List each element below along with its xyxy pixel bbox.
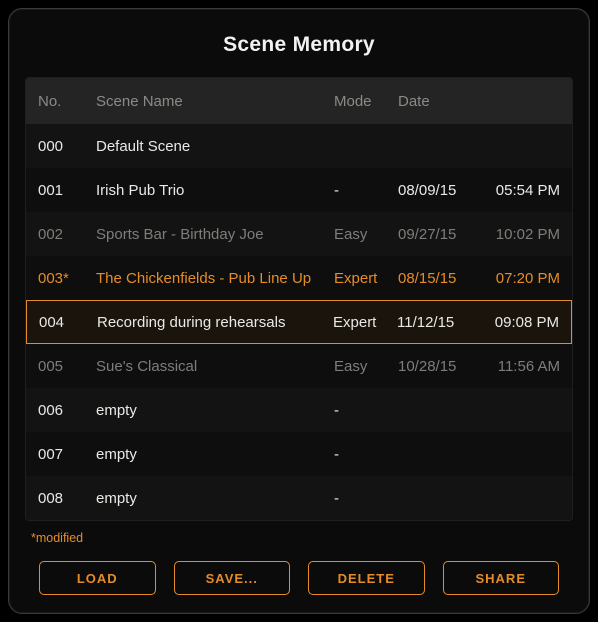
cell-time: 07:20 PM bbox=[482, 270, 560, 287]
cell-date: 08/15/15 bbox=[398, 270, 482, 287]
action-buttons: LOAD SAVE... DELETE SHARE bbox=[25, 561, 573, 595]
cell-date: 11/12/15 bbox=[397, 314, 481, 331]
col-header-mode: Mode bbox=[334, 93, 398, 110]
cell-no: 005 bbox=[38, 358, 96, 375]
table-row[interactable]: 007empty- bbox=[26, 432, 572, 476]
table-row[interactable]: 002Sports Bar - Birthday JoeEasy09/27/15… bbox=[26, 212, 572, 256]
table-row[interactable]: 005Sue's ClassicalEasy10/28/1511:56 AM bbox=[26, 344, 572, 388]
cell-name: Irish Pub Trio bbox=[96, 182, 334, 199]
cell-no: 004 bbox=[39, 314, 97, 331]
cell-name: Sue's Classical bbox=[96, 358, 334, 375]
cell-mode: - bbox=[334, 402, 398, 419]
table-row[interactable]: 008empty- bbox=[26, 476, 572, 520]
cell-no: 006 bbox=[38, 402, 96, 419]
table-row[interactable]: 006empty- bbox=[26, 388, 572, 432]
table-row[interactable]: 001Irish Pub Trio-08/09/1505:54 PM bbox=[26, 168, 572, 212]
table-row[interactable]: 003*The Chickenfields - Pub Line UpExper… bbox=[26, 256, 572, 300]
cell-mode: - bbox=[334, 446, 398, 463]
modified-footnote: *modified bbox=[31, 531, 573, 545]
cell-mode: - bbox=[334, 490, 398, 507]
cell-no: 000 bbox=[38, 138, 96, 155]
cell-name: Sports Bar - Birthday Joe bbox=[96, 226, 334, 243]
cell-no: 007 bbox=[38, 446, 96, 463]
cell-time: 05:54 PM bbox=[482, 182, 560, 199]
cell-no: 002 bbox=[38, 226, 96, 243]
cell-mode: Easy bbox=[334, 358, 398, 375]
cell-name: Recording during rehearsals bbox=[97, 314, 333, 331]
cell-mode: - bbox=[334, 182, 398, 199]
cell-date: 09/27/15 bbox=[398, 226, 482, 243]
cell-name: empty bbox=[96, 446, 334, 463]
cell-date: 08/09/15 bbox=[398, 182, 482, 199]
share-button[interactable]: SHARE bbox=[443, 561, 560, 595]
delete-button[interactable]: DELETE bbox=[308, 561, 425, 595]
load-button[interactable]: LOAD bbox=[39, 561, 156, 595]
cell-mode: Expert bbox=[333, 314, 397, 331]
panel-title: Scene Memory bbox=[25, 33, 573, 57]
cell-mode: Expert bbox=[334, 270, 398, 287]
cell-name: empty bbox=[96, 402, 334, 419]
cell-time: 11:56 AM bbox=[482, 358, 560, 375]
table-row[interactable]: 004Recording during rehearsalsExpert11/1… bbox=[26, 300, 572, 344]
cell-mode: Easy bbox=[334, 226, 398, 243]
cell-name: Default Scene bbox=[96, 138, 334, 155]
cell-time: 09:08 PM bbox=[481, 314, 559, 331]
cell-no: 008 bbox=[38, 490, 96, 507]
table-header-row: No. Scene Name Mode Date bbox=[26, 78, 572, 124]
col-header-name: Scene Name bbox=[96, 93, 334, 110]
cell-name: empty bbox=[96, 490, 334, 507]
scene-memory-panel: Scene Memory No. Scene Name Mode Date 00… bbox=[8, 8, 590, 614]
scene-table: No. Scene Name Mode Date 000Default Scen… bbox=[25, 77, 573, 521]
cell-date: 10/28/15 bbox=[398, 358, 482, 375]
cell-no: 001 bbox=[38, 182, 96, 199]
col-header-no: No. bbox=[38, 93, 96, 110]
cell-time: 10:02 PM bbox=[482, 226, 560, 243]
cell-no: 003* bbox=[38, 270, 96, 287]
col-header-date: Date bbox=[398, 93, 482, 110]
save-button[interactable]: SAVE... bbox=[174, 561, 291, 595]
table-row[interactable]: 000Default Scene bbox=[26, 124, 572, 168]
cell-name: The Chickenfields - Pub Line Up bbox=[96, 270, 334, 287]
